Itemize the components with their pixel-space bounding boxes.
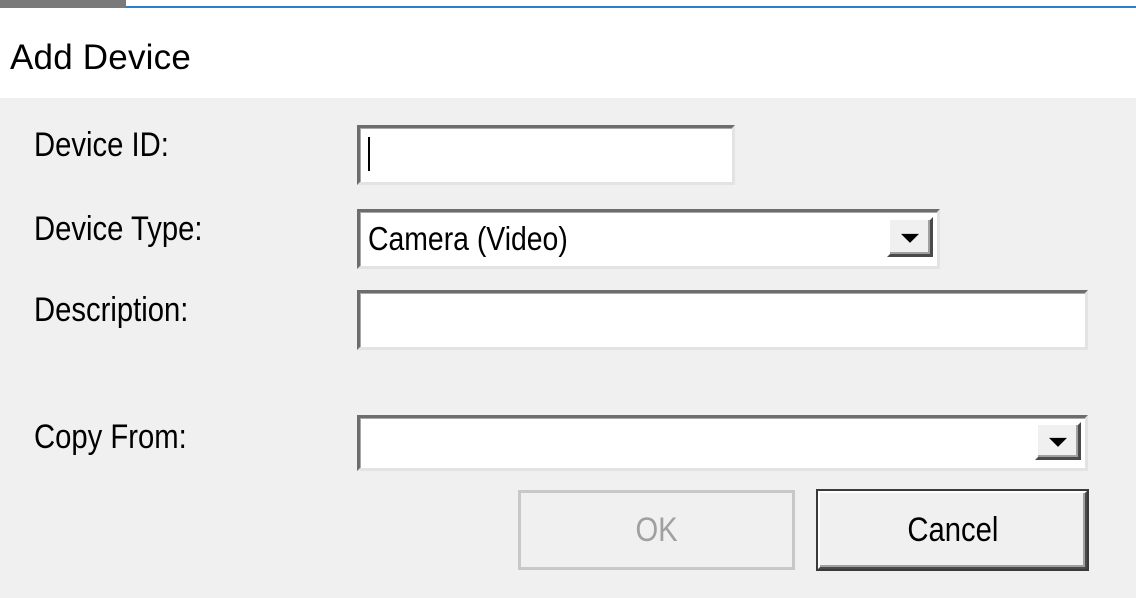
device-type-label: Device Type: [34,210,203,248]
copy-from-dropdown-button[interactable] [1035,422,1081,460]
dialog-body: Device ID: Device Type: Camera (Video) D… [0,98,1136,598]
device-type-selected: Camera (Video) [368,220,568,257]
ok-button[interactable]: OK [518,490,795,570]
dialog-title: Add Device [10,38,191,77]
device-id-label: Device ID: [34,126,169,164]
copy-from-select[interactable] [357,415,1088,471]
chevron-down-icon [901,233,919,243]
device-type-select[interactable]: Camera (Video) [357,209,940,269]
text-caret [368,137,370,171]
cancel-button[interactable]: Cancel [816,489,1089,571]
description-input[interactable] [357,290,1088,350]
device-type-dropdown-button[interactable] [887,217,933,257]
device-id-input[interactable] [357,125,735,185]
description-label: Description: [34,291,189,329]
copy-from-label: Copy From: [34,418,187,456]
chevron-down-icon [1049,437,1067,447]
ok-button-label: OK [635,511,678,549]
top-tab-indicator [0,0,126,8]
cancel-button-label: Cancel [906,511,999,549]
dialog-header: Add Device [0,8,1136,98]
